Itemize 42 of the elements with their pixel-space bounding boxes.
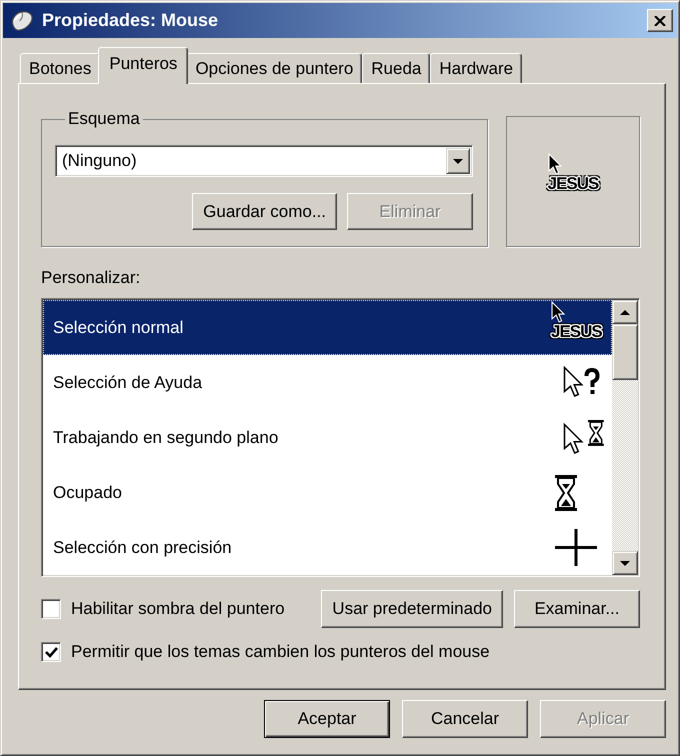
crosshair-icon xyxy=(555,529,597,566)
option-button[interactable]: Usar predeterminado xyxy=(321,590,503,628)
group-label: Esquema xyxy=(67,109,141,129)
tab[interactable]: Opciones de puntero xyxy=(186,53,362,83)
mouse-icon xyxy=(10,10,34,32)
caret-icon xyxy=(453,158,463,164)
arrow-hourglass-icon xyxy=(563,420,604,456)
cursor-text: JESUS xyxy=(550,322,603,342)
arrow-pointer-icon xyxy=(548,153,562,175)
dialog-button[interactable]: Cancelar xyxy=(402,700,528,738)
scroll-down-button[interactable] xyxy=(612,551,638,575)
tab[interactable]: Punteros xyxy=(98,47,188,84)
checkbox-label[interactable]: Habilitar sombra del puntero xyxy=(71,599,285,619)
scroll-up-button[interactable] xyxy=(612,300,638,324)
list-item[interactable]: Ocupado xyxy=(43,465,612,520)
list-item[interactable]: Trabajando en segundo plano xyxy=(43,410,612,465)
up-arrow-icon xyxy=(620,310,630,314)
list-item[interactable]: Selección con precisión xyxy=(43,520,612,575)
tab[interactable]: Rueda xyxy=(362,53,430,83)
tab[interactable]: Botones xyxy=(20,53,100,83)
checkbox[interactable] xyxy=(41,642,61,662)
arrow-question-icon xyxy=(563,366,600,399)
down-arrow-icon xyxy=(620,560,630,566)
dropdown-button[interactable] xyxy=(446,148,470,174)
option-button[interactable]: Examinar... xyxy=(514,590,640,628)
dialog-button[interactable]: Aceptar xyxy=(264,700,390,738)
scheme-dropdown[interactable]: (Ninguno) xyxy=(55,145,473,177)
close-button[interactable] xyxy=(647,9,673,32)
section-label: Personalizar: xyxy=(41,268,142,288)
list-item[interactable]: Selección de Ayuda xyxy=(43,355,612,410)
checkbox[interactable] xyxy=(41,599,61,619)
cursor-text: JESUS xyxy=(546,174,600,194)
list-item[interactable]: Selección normal JESUS xyxy=(43,300,612,355)
scheme-button[interactable]: Guardar como... xyxy=(192,193,337,230)
check-icon xyxy=(44,646,58,658)
checkbox-label[interactable]: Permitir que los temas cambien los punteros del mouse xyxy=(71,642,490,662)
window-title: Propiedades: Mouse xyxy=(42,10,220,31)
hourglass-icon xyxy=(555,474,577,510)
arrow-pointer-icon xyxy=(551,301,565,323)
tab[interactable]: Hardware xyxy=(430,53,522,83)
scrollbar-thumb[interactable] xyxy=(612,324,638,380)
close-icon xyxy=(654,16,666,26)
